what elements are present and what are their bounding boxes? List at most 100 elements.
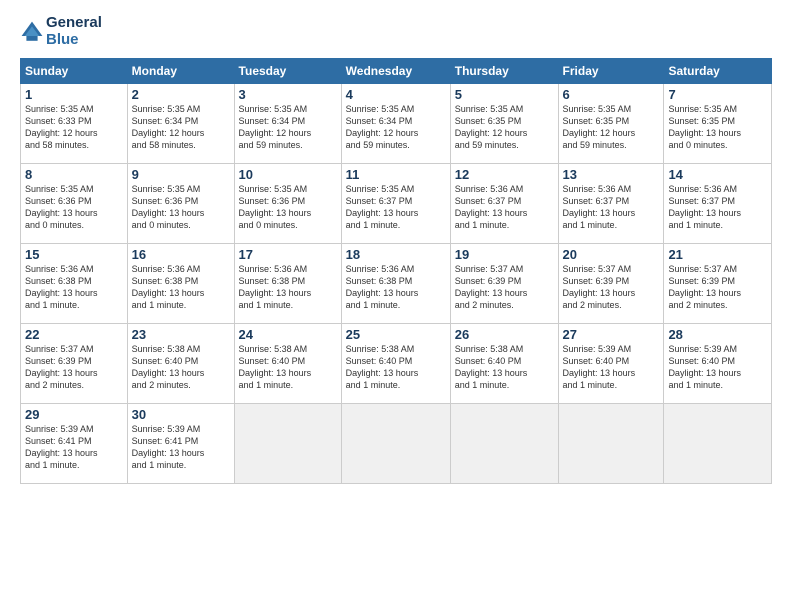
- day-number: 7: [668, 87, 767, 102]
- day-info: Sunrise: 5:35 AM Sunset: 6:37 PM Dayligh…: [346, 183, 446, 232]
- calendar-cell: 14Sunrise: 5:36 AM Sunset: 6:37 PM Dayli…: [664, 164, 772, 244]
- header: General Blue: [20, 15, 772, 48]
- day-info: Sunrise: 5:37 AM Sunset: 6:39 PM Dayligh…: [668, 263, 767, 312]
- calendar-cell: 30Sunrise: 5:39 AM Sunset: 6:41 PM Dayli…: [127, 404, 234, 484]
- calendar-row-4: 29Sunrise: 5:39 AM Sunset: 6:41 PM Dayli…: [21, 404, 772, 484]
- day-number: 21: [668, 247, 767, 262]
- calendar-cell: 9Sunrise: 5:35 AM Sunset: 6:36 PM Daylig…: [127, 164, 234, 244]
- calendar-row-0: 1Sunrise: 5:35 AM Sunset: 6:33 PM Daylig…: [21, 84, 772, 164]
- calendar-row-2: 15 Sunrise: 5:36 AM Sunset: 6:38 PM Dayli…: [21, 244, 772, 324]
- day-number: 22: [25, 327, 123, 342]
- calendar-cell: 15Sunrise: 5:36 AM Sunset: 6:38 PM Dayli…: [21, 244, 128, 324]
- calendar-table: SundayMondayTuesdayWednesdayThursdayFrid…: [20, 58, 772, 484]
- calendar-header-wednesday: Wednesday: [341, 59, 450, 84]
- calendar-cell: 10Sunrise: 5:35 AM Sunset: 6:36 PM Dayli…: [234, 164, 341, 244]
- calendar-cell: 1Sunrise: 5:35 AM Sunset: 6:33 PM Daylig…: [21, 84, 128, 164]
- day-number: 14: [668, 167, 767, 182]
- calendar-cell: [558, 404, 664, 484]
- day-number: 19: [455, 247, 554, 262]
- calendar-cell: 16Sunrise: 5:36 AM Sunset: 6:38 PM Dayli…: [127, 244, 234, 324]
- day-number: 13: [563, 167, 660, 182]
- calendar-cell: 6Sunrise: 5:35 AM Sunset: 6:35 PM Daylig…: [558, 84, 664, 164]
- day-info: Sunrise: 5:35 AM Sunset: 6:36 PM Dayligh…: [25, 183, 123, 232]
- day-info: Sunrise: 5:36 AM Sunset: 6:38 PM Dayligh…: [239, 263, 337, 312]
- calendar-cell: 25Sunrise: 5:38 AM Sunset: 6:40 PM Dayli…: [341, 324, 450, 404]
- calendar-cell: 5Sunrise: 5:35 AM Sunset: 6:35 PM Daylig…: [450, 84, 558, 164]
- day-info: Sunrise: 5:36 AM Sunset: 6:37 PM Dayligh…: [668, 183, 767, 232]
- calendar-cell: 28Sunrise: 5:39 AM Sunset: 6:40 PM Dayli…: [664, 324, 772, 404]
- calendar-row-3: 22Sunrise: 5:37 AM Sunset: 6:39 PM Dayli…: [21, 324, 772, 404]
- logo: General Blue: [20, 15, 102, 48]
- calendar-cell: 24Sunrise: 5:38 AM Sunset: 6:40 PM Dayli…: [234, 324, 341, 404]
- day-number: 6: [563, 87, 660, 102]
- calendar-header-monday: Monday: [127, 59, 234, 84]
- day-number: 18: [346, 247, 446, 262]
- calendar-row-1: 8Sunrise: 5:35 AM Sunset: 6:36 PM Daylig…: [21, 164, 772, 244]
- logo-icon: [20, 20, 44, 44]
- day-number: 9: [132, 167, 230, 182]
- day-number: 11: [346, 167, 446, 182]
- calendar-cell: 26Sunrise: 5:38 AM Sunset: 6:40 PM Dayli…: [450, 324, 558, 404]
- calendar-cell: 22Sunrise: 5:37 AM Sunset: 6:39 PM Dayli…: [21, 324, 128, 404]
- calendar-header-tuesday: Tuesday: [234, 59, 341, 84]
- day-info: Sunrise: 5:35 AM Sunset: 6:35 PM Dayligh…: [455, 103, 554, 152]
- day-info: Sunrise: 5:36 AM Sunset: 6:38 PM Dayligh…: [132, 263, 230, 312]
- calendar-header-sunday: Sunday: [21, 59, 128, 84]
- day-number: 10: [239, 167, 337, 182]
- day-number: 3: [239, 87, 337, 102]
- day-info: Sunrise: 5:35 AM Sunset: 6:35 PM Dayligh…: [668, 103, 767, 152]
- calendar-cell: 29Sunrise: 5:39 AM Sunset: 6:41 PM Dayli…: [21, 404, 128, 484]
- calendar-header-row: SundayMondayTuesdayWednesdayThursdayFrid…: [21, 59, 772, 84]
- day-info: Sunrise: 5:36 AM Sunset: 6:37 PM Dayligh…: [455, 183, 554, 232]
- day-number: 20: [563, 247, 660, 262]
- day-info: Sunrise: 5:38 AM Sunset: 6:40 PM Dayligh…: [346, 343, 446, 392]
- day-number: 25: [346, 327, 446, 342]
- day-number: 4: [346, 87, 446, 102]
- calendar-cell: 17Sunrise: 5:36 AM Sunset: 6:38 PM Dayli…: [234, 244, 341, 324]
- day-number: 16: [132, 247, 230, 262]
- day-info: Sunrise: 5:35 AM Sunset: 6:36 PM Dayligh…: [132, 183, 230, 232]
- day-number: 29: [25, 407, 123, 422]
- calendar-cell: 21Sunrise: 5:37 AM Sunset: 6:39 PM Dayli…: [664, 244, 772, 324]
- day-info: Sunrise: 5:36 AM Sunset: 6:38 PM Dayligh…: [346, 263, 446, 312]
- day-info: Sunrise: 5:38 AM Sunset: 6:40 PM Dayligh…: [132, 343, 230, 392]
- page: General Blue SundayMondayTuesdayWednesda…: [0, 0, 792, 612]
- day-number: 12: [455, 167, 554, 182]
- day-info: Sunrise: 5:37 AM Sunset: 6:39 PM Dayligh…: [455, 263, 554, 312]
- day-info: Sunrise: 5:36 AM Sunset: 6:37 PM Dayligh…: [563, 183, 660, 232]
- day-info: Sunrise: 5:37 AM Sunset: 6:39 PM Dayligh…: [25, 343, 123, 392]
- calendar-cell: [664, 404, 772, 484]
- calendar-cell: [234, 404, 341, 484]
- calendar-cell: 20Sunrise: 5:37 AM Sunset: 6:39 PM Dayli…: [558, 244, 664, 324]
- day-info: Sunrise: 5:35 AM Sunset: 6:34 PM Dayligh…: [346, 103, 446, 152]
- day-number: 15: [25, 247, 123, 262]
- day-info: Sunrise: 5:35 AM Sunset: 6:36 PM Dayligh…: [239, 183, 337, 232]
- day-info: Sunrise: 5:35 AM Sunset: 6:34 PM Dayligh…: [132, 103, 230, 152]
- day-number: 27: [563, 327, 660, 342]
- day-info: Sunrise: 5:38 AM Sunset: 6:40 PM Dayligh…: [239, 343, 337, 392]
- calendar-cell: [341, 404, 450, 484]
- calendar-cell: 3Sunrise: 5:35 AM Sunset: 6:34 PM Daylig…: [234, 84, 341, 164]
- day-number: 8: [25, 167, 123, 182]
- calendar-cell: 12Sunrise: 5:36 AM Sunset: 6:37 PM Dayli…: [450, 164, 558, 244]
- day-info: Sunrise: 5:35 AM Sunset: 6:33 PM Dayligh…: [25, 103, 123, 152]
- calendar-cell: 11Sunrise: 5:35 AM Sunset: 6:37 PM Dayli…: [341, 164, 450, 244]
- calendar-cell: 23Sunrise: 5:38 AM Sunset: 6:40 PM Dayli…: [127, 324, 234, 404]
- day-info: Sunrise: 5:39 AM Sunset: 6:40 PM Dayligh…: [668, 343, 767, 392]
- day-info: Sunrise: 5:38 AM Sunset: 6:40 PM Dayligh…: [455, 343, 554, 392]
- day-info: Sunrise: 5:37 AM Sunset: 6:39 PM Dayligh…: [563, 263, 660, 312]
- day-info: Sunrise: 5:39 AM Sunset: 6:40 PM Dayligh…: [563, 343, 660, 392]
- calendar-cell: 27Sunrise: 5:39 AM Sunset: 6:40 PM Dayli…: [558, 324, 664, 404]
- calendar-header-saturday: Saturday: [664, 59, 772, 84]
- day-number: 17: [239, 247, 337, 262]
- day-info: Sunrise: 5:39 AM Sunset: 6:41 PM Dayligh…: [25, 423, 123, 472]
- day-info: Sunrise: 5:35 AM Sunset: 6:35 PM Dayligh…: [563, 103, 660, 152]
- day-number: 30: [132, 407, 230, 422]
- day-number: 24: [239, 327, 337, 342]
- day-number: 1: [25, 87, 123, 102]
- calendar-cell: 18Sunrise: 5:36 AM Sunset: 6:38 PM Dayli…: [341, 244, 450, 324]
- day-number: 28: [668, 327, 767, 342]
- day-info: Sunrise: 5:39 AM Sunset: 6:41 PM Dayligh…: [132, 423, 230, 472]
- logo-text: General Blue: [46, 15, 102, 48]
- calendar-cell: 8Sunrise: 5:35 AM Sunset: 6:36 PM Daylig…: [21, 164, 128, 244]
